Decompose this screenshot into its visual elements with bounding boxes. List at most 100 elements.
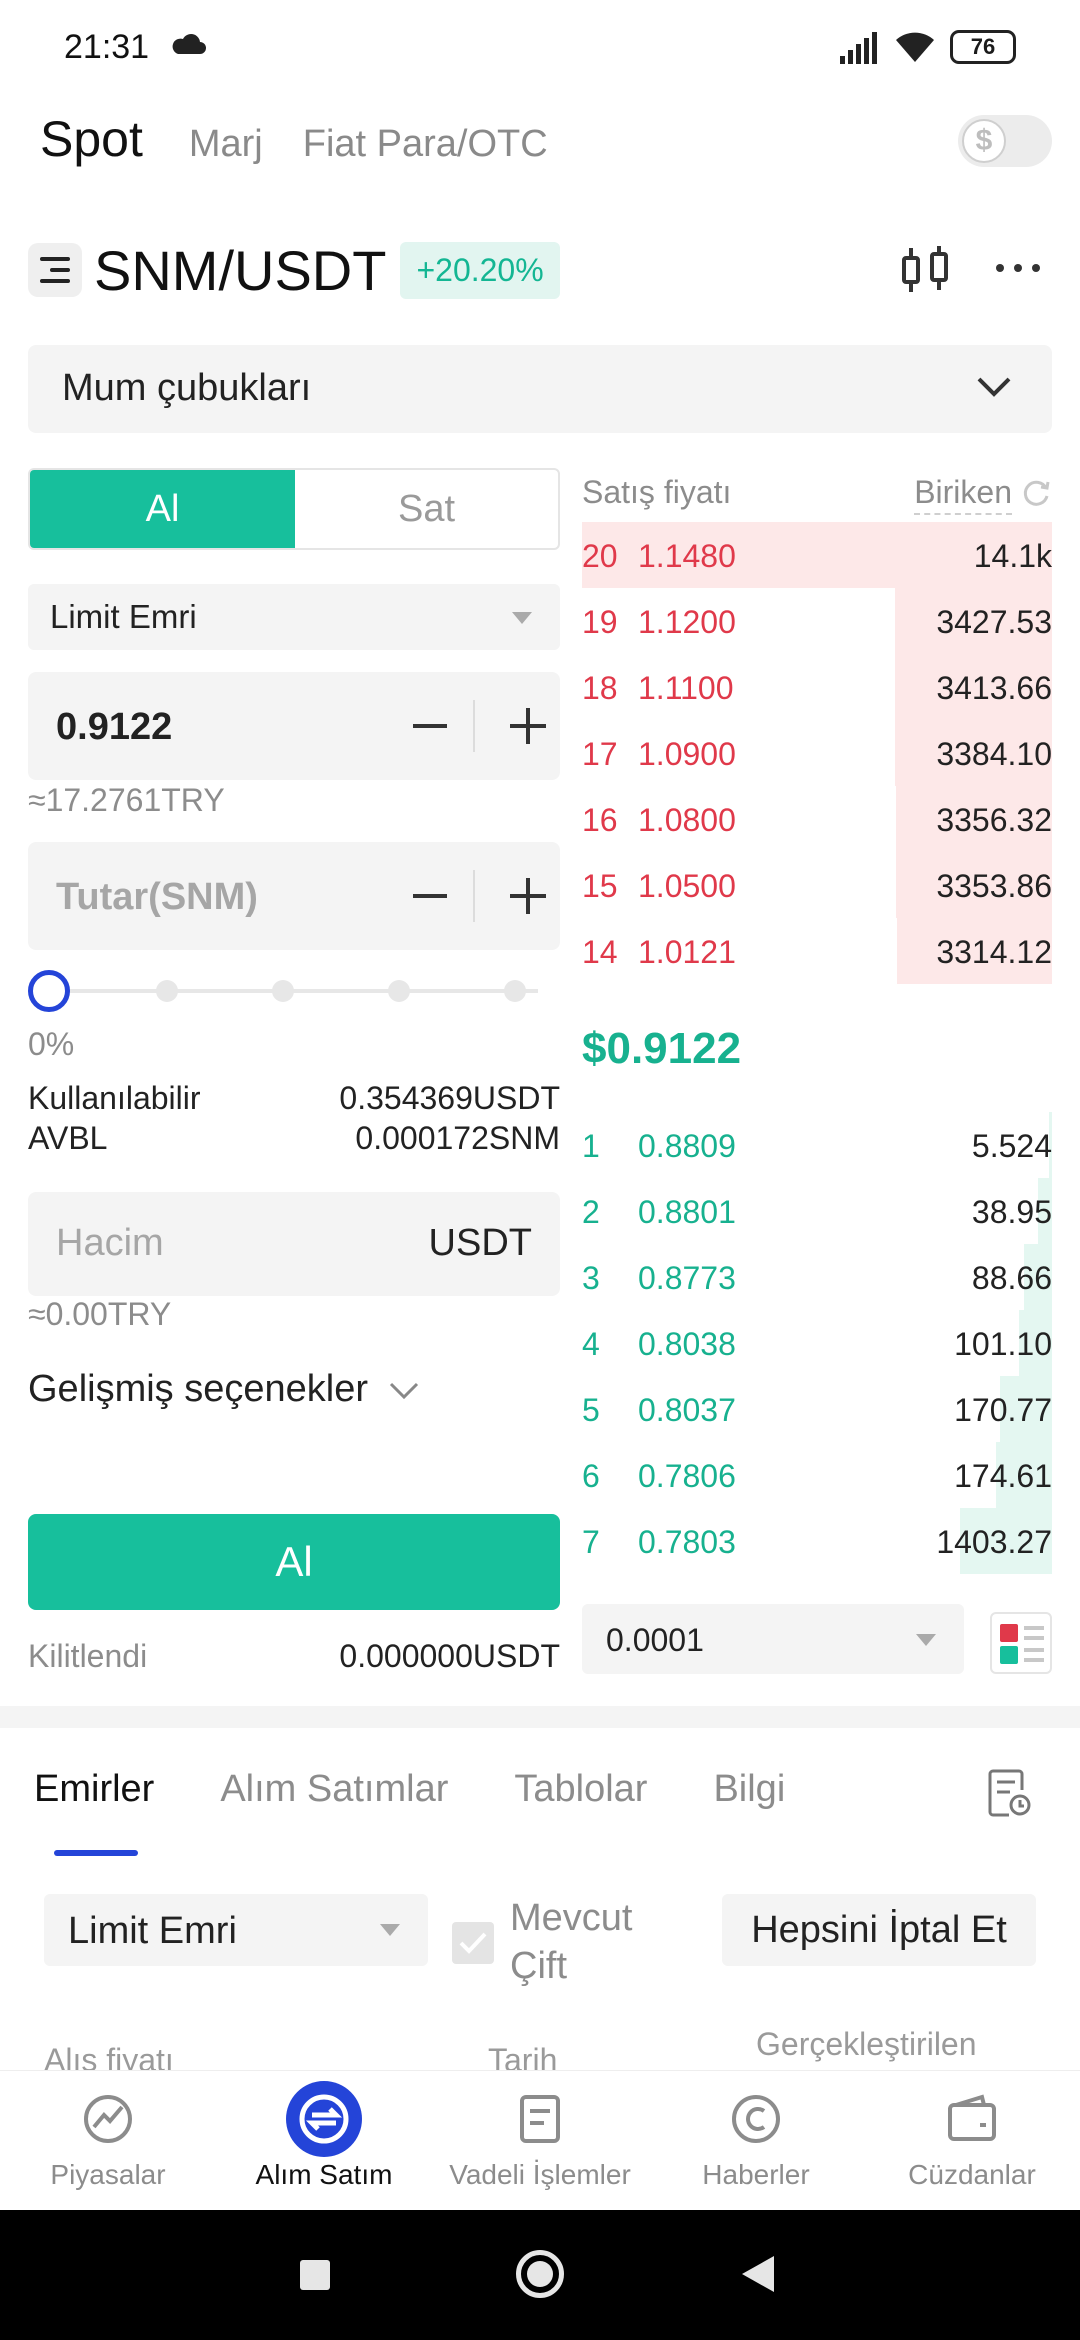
ask-row[interactable]: 15 1.0500 3353.86 [582,852,1052,918]
price-input[interactable]: 0.9122 [28,672,560,780]
battery-icon: 76 [950,30,1024,64]
bid-row[interactable]: 1 0.8809 5.524 [582,1112,1052,1178]
sell-tab[interactable]: Sat [295,470,558,548]
ask-price-header: Satış fiyatı [582,474,732,510]
pair-menu-icon[interactable] [28,243,82,297]
tab-orders[interactable]: Emirler [34,1768,154,1828]
current-pair-checkbox[interactable] [452,1922,494,1964]
bid-row[interactable]: 2 0.8801 38.95 [582,1178,1052,1244]
cancel-all-button[interactable]: Hepsini İptal Et [722,1894,1036,1966]
ask-row[interactable]: 19 1.1200 3427.53 [582,588,1052,654]
nav-news-label: Haberler [702,2159,810,2190]
tab-margin[interactable]: Marj [189,123,263,166]
bid-row[interactable]: 4 0.8038 101.10 [582,1310,1052,1376]
cumulative-header[interactable]: Biriken [914,474,1012,515]
slider-step-100[interactable] [504,980,526,1002]
row-level: 20 [582,538,618,574]
buy-tab[interactable]: Al [30,470,295,548]
volume-try-equivalent: ≈0.00TRY [28,1296,172,1332]
home-button[interactable] [516,2250,564,2298]
ask-row[interactable]: 20 1.1480 14.1k [582,522,1052,588]
recent-apps-button[interactable] [300,2260,330,2290]
caret-down-icon [380,1924,400,1936]
order-history-icon[interactable] [986,1768,1032,1818]
status-bar: 21:31 76 [0,0,1080,90]
bottom-navigation: Piyasalar Alım Satım Vadeli İşlemler Hab… [0,2070,1080,2210]
bid-row[interactable]: 7 0.7803 1403.27 [582,1508,1052,1574]
bid-row[interactable]: 5 0.8037 170.77 [582,1376,1052,1442]
row-price: 0.7806 [638,1458,736,1494]
more-options-icon[interactable] [994,258,1042,278]
check-icon [459,1932,487,1954]
nav-wallets-label: Cüzdanlar [908,2159,1036,2190]
orders-tabs: Emirler Alım Satımlar Tablolar Bilgi [34,1768,851,1828]
tab-spot[interactable]: Spot [40,110,143,168]
caret-down-icon [512,612,532,624]
dollar-icon: $ [962,119,1006,163]
buy-button[interactable]: Al [28,1514,560,1610]
tab-info[interactable]: Bilgi [713,1768,785,1828]
locked-label: Kilitlendi [28,1638,148,1674]
volume-input[interactable]: Hacim USDT [28,1192,560,1296]
slider-step-50[interactable] [272,980,294,1002]
nav-futures[interactable]: Vadeli İşlemler [432,2089,648,2191]
row-level: 14 [582,934,618,970]
nav-markets[interactable]: Piyasalar [0,2089,216,2191]
row-price: 1.1480 [638,538,736,574]
markets-icon [78,2089,138,2149]
ask-row[interactable]: 17 1.0900 3384.10 [582,720,1052,786]
row-price: 1.1200 [638,604,736,640]
currency-toggle[interactable]: $ [958,115,1052,167]
tab-charts[interactable]: Tablolar [514,1768,647,1828]
nav-wallets[interactable]: Cüzdanlar [864,2089,1080,2191]
nav-markets-label: Piyasalar [50,2159,166,2190]
row-price: 0.7803 [638,1524,736,1560]
back-button[interactable] [742,2256,774,2292]
nav-trade[interactable]: Alım Satım [216,2081,432,2191]
row-level: 16 [582,802,618,838]
pair-symbol[interactable]: SNM/USDT [94,238,386,303]
price-plus-button[interactable] [510,708,546,744]
locked-row: Kilitlendi 0.000000USDT [28,1638,560,1675]
news-icon [726,2089,786,2149]
precision-select[interactable]: 0.0001 [582,1604,964,1674]
nav-news[interactable]: Haberler [648,2089,864,2191]
active-tab-indicator [54,1850,138,1856]
wifi-icon [896,32,934,62]
row-quantity: 101.10 [954,1326,1052,1362]
amount-percent-slider[interactable] [28,966,548,1016]
order-filter-select[interactable]: Limit Emri [44,1894,428,1966]
refresh-icon[interactable] [1020,476,1052,508]
row-level: 17 [582,736,618,772]
status-time: 21:31 [64,28,150,66]
slider-step-75[interactable] [388,980,410,1002]
ask-row[interactable]: 18 1.1100 3413.66 [582,654,1052,720]
tab-trades[interactable]: Alım Satımlar [220,1768,448,1828]
chart-type-label: Mum çubukları [62,367,312,409]
available-row: Kullanılabilir 0.354369USDT [28,1080,560,1117]
amount-input[interactable]: Tutar(SNM) [28,842,560,950]
amount-minus-button[interactable] [413,894,447,898]
row-price: 0.8037 [638,1392,736,1428]
row-level: 7 [582,1524,600,1560]
nav-trade-label: Alım Satım [255,2159,393,2190]
chart-type-dropdown[interactable]: Mum çubukları [28,345,1052,433]
ask-row[interactable]: 16 1.0800 3356.32 [582,786,1052,852]
row-price: 1.1100 [638,670,734,706]
price-minus-button[interactable] [413,724,447,728]
tab-fiat-otc[interactable]: Fiat Para/OTC [303,123,548,166]
ask-row[interactable]: 14 1.0121 3314.12 [582,918,1052,984]
order-type-select[interactable]: Limit Emri [28,584,560,650]
slider-step-25[interactable] [156,980,178,1002]
amount-plus-button[interactable] [510,878,546,914]
bid-row[interactable]: 3 0.8773 88.66 [582,1244,1052,1310]
candlestick-chart-icon[interactable] [898,244,952,296]
row-price: 0.8809 [638,1128,736,1164]
advanced-options-toggle[interactable]: Gelişmiş seçenekler [28,1368,368,1411]
row-level: 1 [582,1128,600,1164]
row-level: 4 [582,1326,600,1362]
order-book-layout-icon[interactable] [990,1612,1052,1674]
bid-row[interactable]: 6 0.7806 174.61 [582,1442,1052,1508]
slider-handle[interactable] [28,970,70,1012]
col-header-filled[interactable]: Gerçekleştirilen [756,2026,977,2063]
